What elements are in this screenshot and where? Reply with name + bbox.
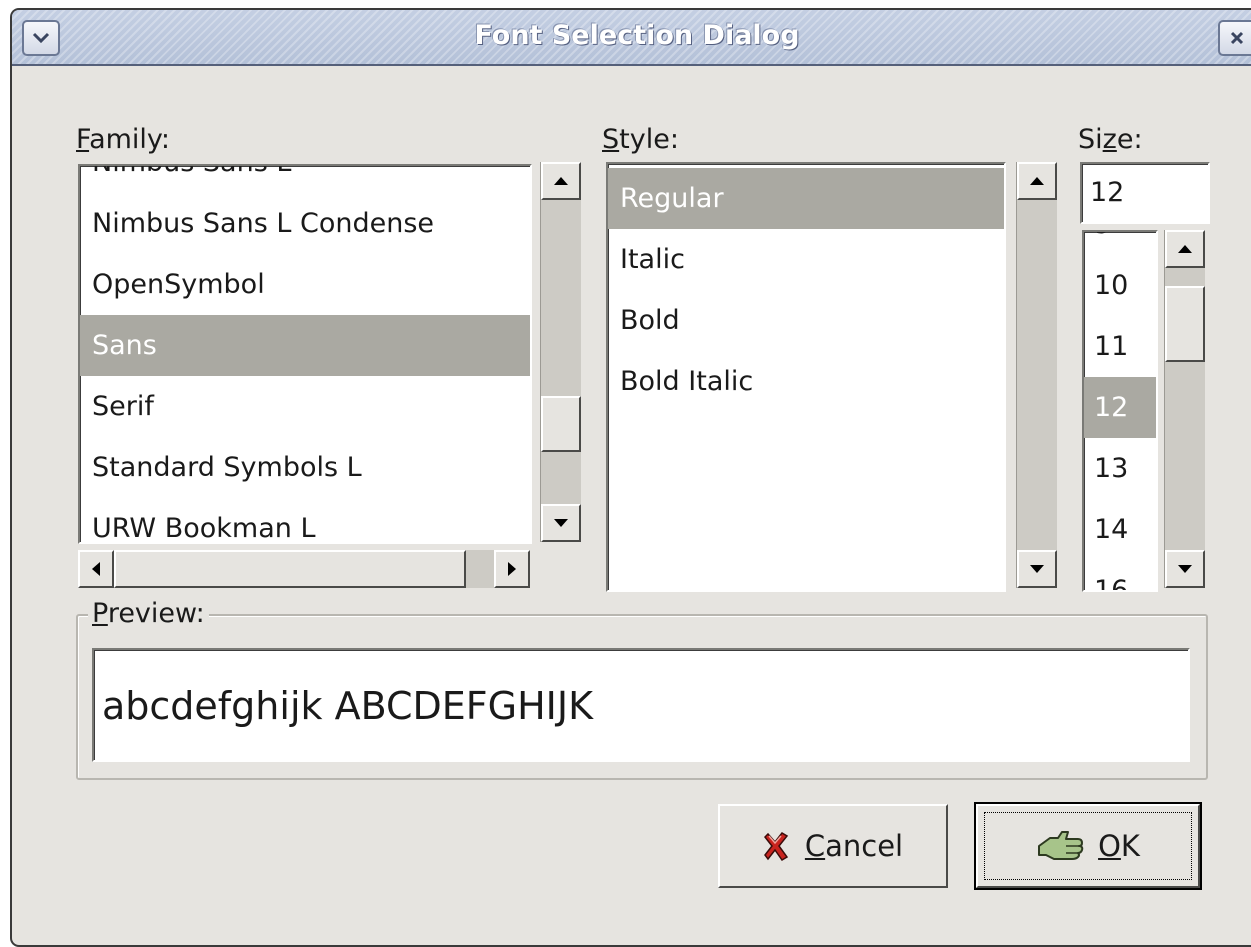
close-icon <box>1230 31 1244 45</box>
font-selection-dialog: Font Selection Dialog Family: Nimbus San… <box>10 8 1251 947</box>
scroll-up-button[interactable] <box>541 162 581 200</box>
size-label: Size: <box>1078 124 1143 155</box>
ok-button[interactable]: OK <box>976 804 1200 888</box>
scroll-down-button[interactable] <box>541 504 581 542</box>
family-list[interactable]: Nimbus Sans L Nimbus Sans L Condense Ope… <box>78 164 532 544</box>
scroll-up-button[interactable] <box>1017 162 1057 200</box>
scroll-down-button[interactable] <box>1165 550 1205 588</box>
size-vscrollbar[interactable] <box>1164 230 1205 588</box>
list-item[interactable]: 11 <box>1084 316 1156 377</box>
style-vscrollbar[interactable] <box>1016 162 1057 588</box>
list-item[interactable]: URW Bookman L <box>80 498 530 542</box>
preview-label: Preview: <box>88 598 209 629</box>
list-item[interactable]: Nimbus Sans L <box>80 166 530 193</box>
arrow-up-icon <box>554 177 568 185</box>
list-item-selected[interactable]: Sans <box>80 315 530 376</box>
scroll-right-button[interactable] <box>494 550 530 588</box>
list-item-selected[interactable]: 12 <box>1084 377 1156 438</box>
arrow-down-icon <box>554 519 568 527</box>
size-list[interactable]: 9 10 11 12 13 14 16 <box>1082 230 1158 592</box>
scroll-left-button[interactable] <box>78 550 114 588</box>
scroll-down-button[interactable] <box>1017 550 1057 588</box>
scroll-up-button[interactable] <box>1165 230 1205 268</box>
scroll-thumb[interactable] <box>541 396 581 452</box>
list-item[interactable]: Italic <box>608 229 1004 290</box>
size-input[interactable]: 12 <box>1080 162 1210 224</box>
family-vscrollbar[interactable] <box>540 162 581 542</box>
scroll-thumb[interactable] <box>1165 286 1205 362</box>
list-item[interactable]: OpenSymbol <box>80 254 530 315</box>
arrow-left-icon <box>92 562 100 576</box>
list-item[interactable]: Standard Symbols L <box>80 437 530 498</box>
scroll-thumb[interactable] <box>114 550 466 588</box>
list-item[interactable]: 10 <box>1084 255 1156 316</box>
cancel-x-icon <box>763 830 791 862</box>
arrow-down-icon <box>1030 565 1044 573</box>
cancel-button[interactable]: Cancel <box>718 804 948 888</box>
cancel-button-label: Cancel <box>804 829 904 863</box>
window-title: Font Selection Dialog <box>474 20 800 51</box>
focus-ring <box>984 812 1192 880</box>
list-item[interactable]: 13 <box>1084 438 1156 499</box>
list-item[interactable]: 14 <box>1084 499 1156 560</box>
list-item[interactable]: 16 <box>1084 560 1156 590</box>
list-item[interactable]: Bold Italic <box>608 351 1004 412</box>
arrow-right-icon <box>508 562 516 576</box>
close-button[interactable] <box>1218 20 1251 56</box>
arrow-up-icon <box>1030 177 1044 185</box>
list-item[interactable]: Nimbus Sans L Condense <box>80 193 530 254</box>
list-item[interactable]: Bold <box>608 290 1004 351</box>
list-item-selected[interactable]: Regular <box>608 168 1004 229</box>
preview-input[interactable]: abcdefghijk ABCDEFGHIJK <box>92 648 1190 762</box>
list-item[interactable]: 9 <box>1084 232 1156 255</box>
family-label: Family: <box>76 124 171 155</box>
title-bar[interactable]: Font Selection Dialog <box>12 10 1251 66</box>
list-item[interactable]: Serif <box>80 376 530 437</box>
family-hscrollbar[interactable] <box>78 550 530 588</box>
arrow-down-icon <box>1178 565 1192 573</box>
style-list[interactable]: Regular Italic Bold Bold Italic <box>606 162 1006 592</box>
style-label: Style: <box>602 124 679 155</box>
arrow-up-icon <box>1178 245 1192 253</box>
